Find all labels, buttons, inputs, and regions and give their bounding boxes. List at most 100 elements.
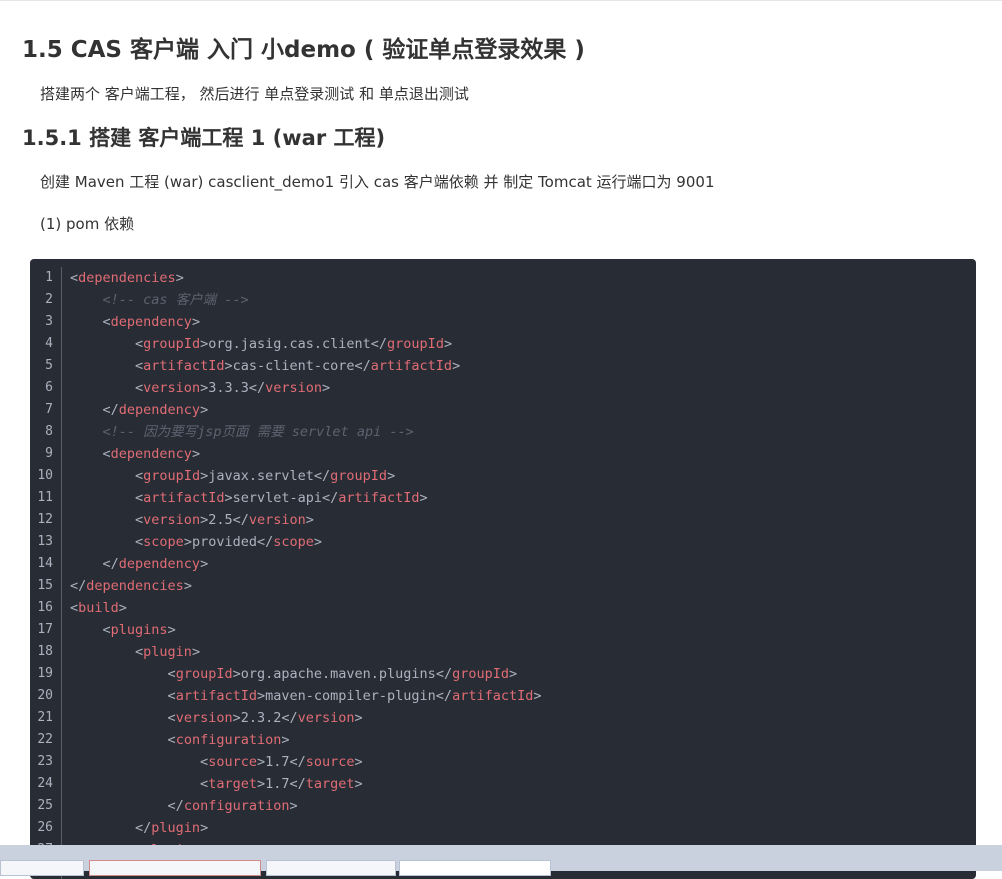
code-punct: < xyxy=(102,314,111,330)
code-tag: build xyxy=(78,600,119,616)
code-line: <dependency> xyxy=(70,443,541,465)
code-punct: < xyxy=(200,776,209,792)
code-punct: > xyxy=(256,754,266,770)
code-punct: < xyxy=(135,534,144,550)
line-number: 12 xyxy=(37,512,53,527)
code-tag: plugins xyxy=(110,622,168,638)
code-punct: > xyxy=(200,820,209,836)
code-tag: groupId xyxy=(330,468,388,484)
code-punct: </ xyxy=(102,402,119,418)
code-tag: artifactId xyxy=(370,358,453,374)
code-punct: < xyxy=(70,600,79,616)
code-line: <artifactId>maven-compiler-plugin</artif… xyxy=(70,685,542,707)
code-tag: scope xyxy=(143,534,184,550)
code-punct: > xyxy=(191,446,201,462)
code-punct: </ xyxy=(313,468,331,484)
code-punct: > xyxy=(419,490,428,506)
line-number: 5 xyxy=(45,358,53,373)
code-tag: version xyxy=(265,380,323,396)
code-punct: > xyxy=(281,732,290,748)
bottom-button-1[interactable] xyxy=(0,860,84,876)
code-line: <version>3.3.3</version> xyxy=(70,377,541,399)
code-punct: > xyxy=(200,402,209,418)
code-line: <target>1.7</target> xyxy=(70,773,541,795)
code-punct: > xyxy=(183,534,192,550)
code-text: servlet-api xyxy=(232,490,322,506)
line-number: 13 xyxy=(37,534,53,549)
line-number: 19 xyxy=(37,666,53,681)
line-number: 2 xyxy=(45,292,53,307)
bottom-button-4[interactable] xyxy=(399,860,551,876)
line-number-gutter: 1 2 3 4 5 6 7 8 9 10 11 12 13 14 15 16 17 18 19 20 21 22 23 24 2… xyxy=(30,267,62,879)
code-text: provided xyxy=(191,534,257,550)
code-punct: < xyxy=(135,644,144,660)
code-punct: </ xyxy=(435,666,453,682)
code-tag: target xyxy=(208,776,257,792)
code-tag: groupId xyxy=(143,468,201,484)
line-number: 17 xyxy=(37,622,53,637)
code-line: </dependencies> xyxy=(70,575,541,597)
code-punct: > xyxy=(167,622,176,638)
code-block[interactable]: 1 2 3 4 5 6 7 8 9 10 11 12 13 14 15 16 17 18 19 20 21 22 23 24 2… xyxy=(30,259,976,879)
code-line: <plugin> xyxy=(70,641,541,663)
code-tag: dependency xyxy=(118,402,201,418)
code-punct: < xyxy=(167,666,176,682)
code-punct: > xyxy=(118,600,127,616)
code-tag: dependencies xyxy=(78,270,176,286)
bottom-button-3[interactable] xyxy=(266,860,396,876)
bottom-button-2[interactable] xyxy=(89,860,261,876)
code-line: <configuration> xyxy=(70,729,541,751)
code-punct: < xyxy=(135,468,144,484)
code-punct: < xyxy=(135,336,144,352)
code-line: <dependency> xyxy=(70,311,541,333)
code-line: <!-- 因为要写jsp页面 需要 servlet api --> xyxy=(70,421,541,443)
code-line: <plugins> xyxy=(70,619,541,641)
code-tag: source xyxy=(208,754,257,770)
code-punct: </ xyxy=(248,380,266,396)
code-punct: > xyxy=(508,666,518,682)
code-punct: </ xyxy=(370,336,388,352)
code-punct: > xyxy=(200,336,209,352)
code-tag: dependency xyxy=(118,556,201,572)
line-number: 9 xyxy=(45,446,53,461)
code-tag: groupId xyxy=(387,336,444,352)
top-divider xyxy=(0,0,1002,1)
code-punct: < xyxy=(135,512,144,528)
code-punct: > xyxy=(387,468,396,484)
code-tag: groupId xyxy=(143,336,201,352)
code-line: </plugin> xyxy=(70,817,541,839)
bottom-bar xyxy=(0,845,1002,876)
code-line: <artifactId>servlet-api</artifactId> xyxy=(70,487,541,509)
code-punct: < xyxy=(135,380,144,396)
line-number: 24 xyxy=(37,776,53,791)
code-punct: > xyxy=(191,644,201,660)
code-punct: > xyxy=(183,578,192,594)
code-line: <build> xyxy=(70,597,541,619)
code-line: <groupId>org.jasig.cas.client</groupId> xyxy=(70,333,541,355)
code-tag: version xyxy=(175,710,233,726)
code-punct: > xyxy=(313,534,323,550)
page-title: 1.5 CAS 客户端 入门 小demo ( 验证单点登录效果 ) xyxy=(22,37,585,63)
code-text: 1.7 xyxy=(265,754,290,770)
code-line: <!-- cas 客户端 --> xyxy=(70,289,541,311)
line-number: 14 xyxy=(37,556,53,571)
code-punct: </ xyxy=(435,688,453,704)
line-number: 3 xyxy=(45,314,53,329)
line-number: 6 xyxy=(45,380,53,395)
line-number: 26 xyxy=(37,820,53,835)
code-punct: < xyxy=(135,358,144,374)
code-punct: > xyxy=(452,358,461,374)
line-number: 25 xyxy=(37,798,53,813)
code-punct: > xyxy=(200,468,209,484)
code-punct: < xyxy=(70,270,79,286)
code-punct: > xyxy=(191,314,201,330)
code-punct: </ xyxy=(135,820,152,836)
code-line: <source>1.7</source> xyxy=(70,751,541,773)
line-number: 20 xyxy=(37,688,53,703)
code-punct: > xyxy=(443,336,453,352)
code-punct: > xyxy=(354,776,363,792)
line-number: 11 xyxy=(37,490,53,505)
code-text: cas-client-core xyxy=(232,358,355,374)
code-tag: groupId xyxy=(175,666,233,682)
code-tag: version xyxy=(297,710,355,726)
